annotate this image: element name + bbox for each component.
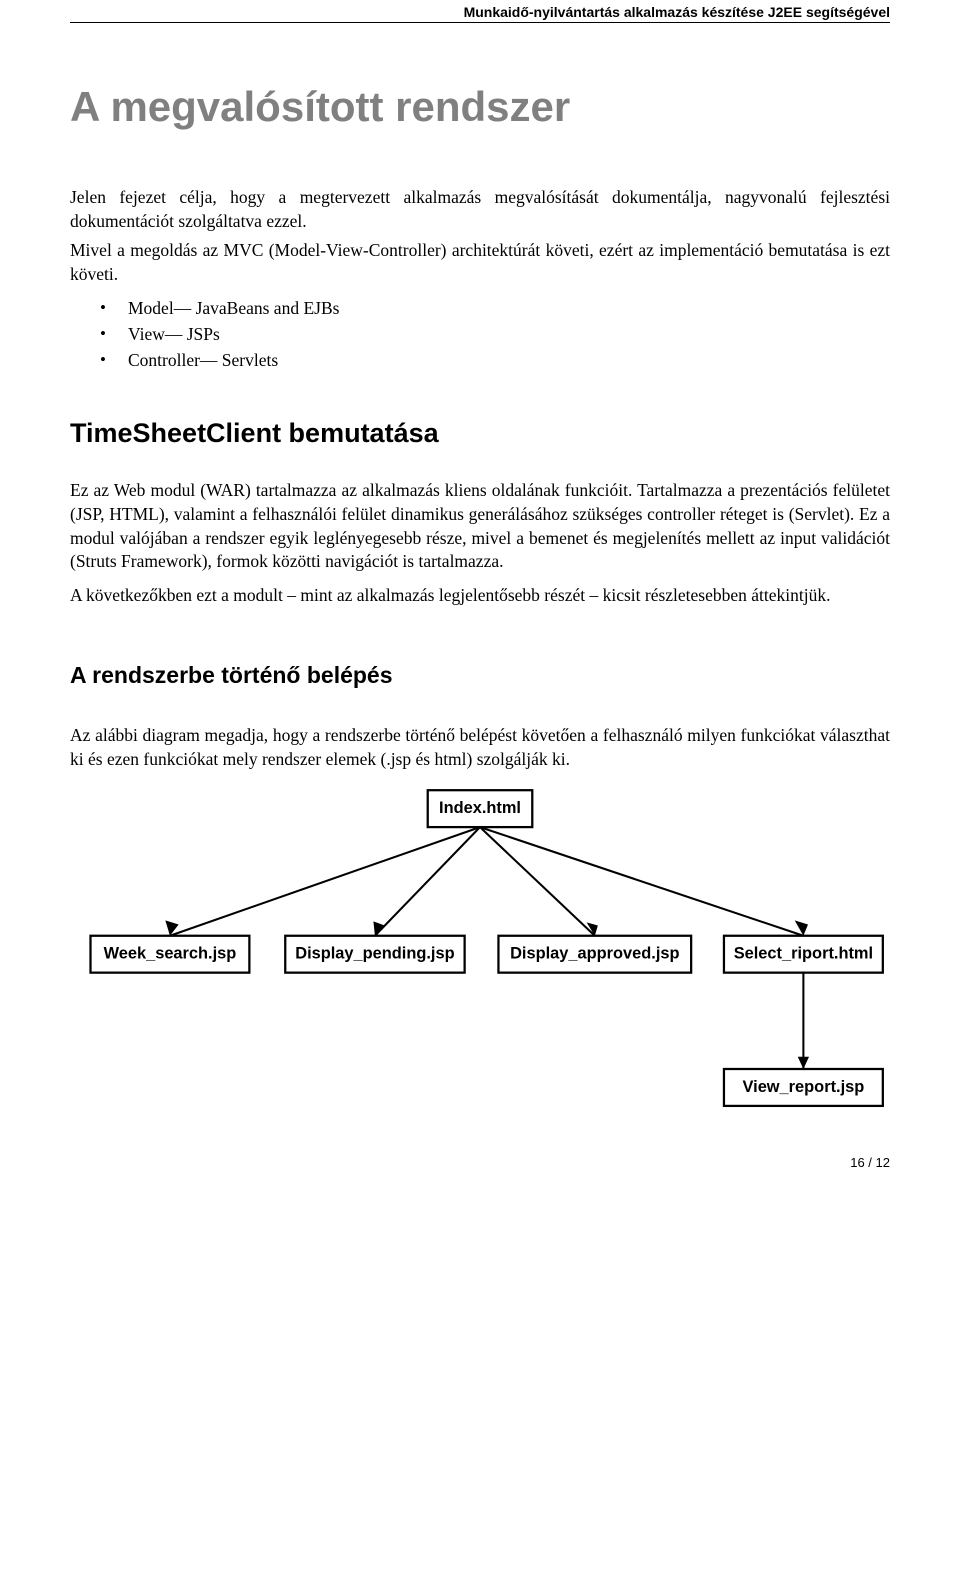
list-item: Controller— Servlets xyxy=(100,347,890,373)
diagram-node-child: Week_search.jsp xyxy=(104,944,237,962)
diagram-node-child: Display_approved.jsp xyxy=(510,944,679,962)
diagram-node-child: Select_riport.html xyxy=(734,944,873,962)
list-item: View— JSPs xyxy=(100,321,890,347)
list-item: Model— JavaBeans and EJBs xyxy=(100,295,890,321)
timesheetclient-para-2: A következőkben ezt a modult – mint az a… xyxy=(70,584,890,608)
diagram-node-root: Index.html xyxy=(439,799,521,817)
login-paragraph: Az alábbi diagram megadja, hogy a rendsz… xyxy=(70,724,890,771)
chapter-title: A megvalósított rendszer xyxy=(70,83,890,131)
page-footer: 16 / 12 xyxy=(70,1155,890,1170)
intro-paragraph: Jelen fejezet célja, hogy a megtervezett… xyxy=(70,186,890,233)
mvc-bullet-list: Model— JavaBeans and EJBs View— JSPs Con… xyxy=(70,295,890,374)
section-heading-login: A rendszerbe történő belépés xyxy=(70,662,890,689)
mvc-paragraph: Mivel a megoldás az MVC (Model-View-Cont… xyxy=(70,239,890,286)
page-header: Munkaidő-nyilvántartás alkalmazás készít… xyxy=(70,0,890,23)
diagram-node-child: Display_pending.jsp xyxy=(295,944,454,962)
navigation-diagram: Index.html Week_search.jsp Display_pendi… xyxy=(70,782,890,1110)
section-heading-timesheetclient: TimeSheetClient bemutatása xyxy=(70,418,890,449)
timesheetclient-para-1: Ez az Web modul (WAR) tartalmazza az alk… xyxy=(70,479,890,574)
diagram-node-leaf: View_report.jsp xyxy=(743,1077,865,1095)
